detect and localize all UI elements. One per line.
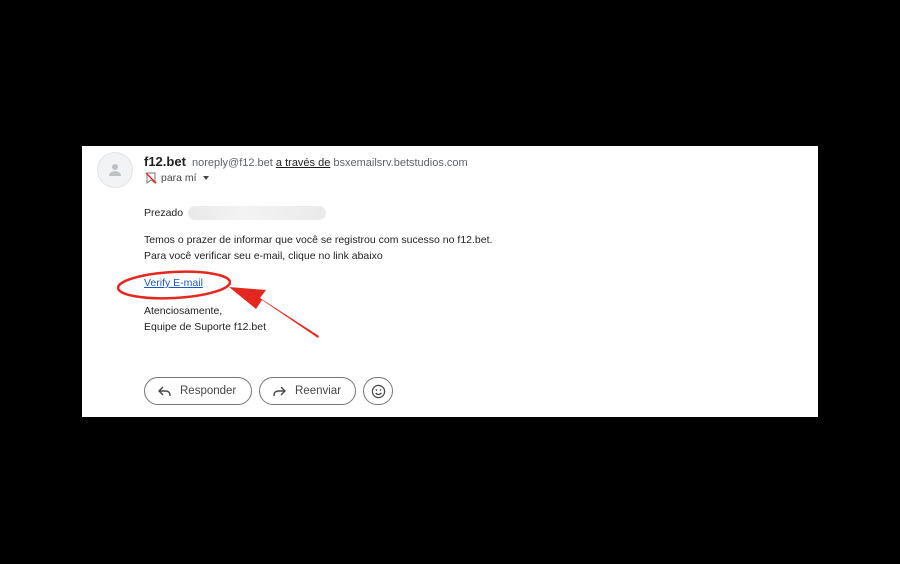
email-message-card: f12.bet noreply@f12.bet a través de bsxe…	[82, 146, 818, 417]
smiley-icon	[371, 384, 385, 398]
greeting-text: Prezado	[144, 206, 184, 219]
forward-label: Reenviar	[295, 385, 342, 397]
forward-arrow-icon	[273, 386, 286, 397]
reply-label: Responder	[180, 385, 237, 397]
sender-address: noreply@f12.bet	[191, 157, 273, 169]
closing-line-2: Equipe de Suporte f12.bet	[144, 321, 267, 333]
person-icon	[109, 164, 121, 176]
recipient-line[interactable]: para mí	[145, 172, 209, 184]
forward-button[interactable]: Reenviar	[259, 377, 356, 405]
emoji-reaction-button[interactable]	[363, 377, 393, 405]
important-marker-icon	[145, 172, 157, 184]
via-domain: bsxemailsrv.betstudios.com	[333, 157, 468, 169]
body-line-2: Para você verificar seu e-mail, clique n…	[144, 250, 383, 262]
sender-header: f12.bet noreply@f12.bet a través de bsxe…	[144, 154, 468, 169]
via-label[interactable]: a través de	[276, 157, 330, 169]
closing-line-1: Atenciosamente,	[144, 305, 223, 317]
body-line-1: Temos o prazer de informar que você se r…	[144, 234, 493, 246]
greeting-line: Prezado	[144, 206, 327, 220]
sender-avatar[interactable]	[97, 152, 133, 188]
reply-button[interactable]: Responder	[144, 377, 252, 405]
caret-down-icon[interactable]	[202, 176, 209, 180]
recipient-label: para mí	[161, 172, 197, 184]
reply-arrow-icon	[158, 386, 171, 397]
sender-name[interactable]: f12.bet	[144, 154, 186, 169]
redacted-name	[188, 206, 327, 220]
verify-email-link[interactable]: Verify E-mail	[144, 277, 203, 289]
